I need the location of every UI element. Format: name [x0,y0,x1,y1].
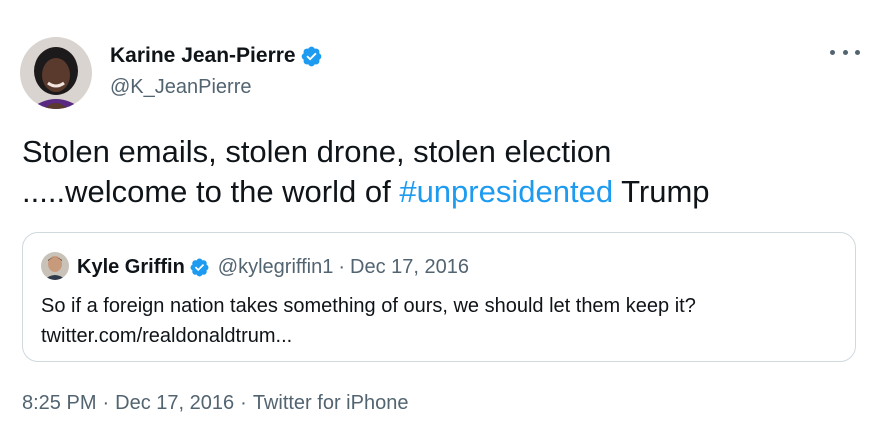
quoted-tweet[interactable]: Kyle Griffin @kylegriffin1 · Dec 17, 201… [22,232,856,362]
author-avatar[interactable] [20,37,92,109]
quoted-author-name: Kyle Griffin [77,256,185,278]
tweet-card: Karine Jean-Pierre @K_JeanPierre Stolen … [0,0,878,437]
hashtag-link[interactable]: #unpresidented [399,174,613,209]
tweet-meta: 8:25 PM · Dec 17, 2016 · Twitter for iPhone [22,390,408,416]
tweet-source[interactable]: Twitter for iPhone [253,392,409,414]
author-name-row[interactable]: Karine Jean-Pierre [110,43,323,69]
quoted-tweet-header: Kyle Griffin @kylegriffin1 · Dec 17, 201… [77,254,469,280]
tweet-time[interactable]: 8:25 PM [22,392,96,414]
separator-dot: · [338,256,346,278]
quoted-tweet-text: So if a foreign nation takes something o… [41,291,841,351]
tweet-text: Stolen emails, stolen drone, stolen elec… [22,132,852,212]
dot [842,49,848,55]
tweet-text-line-2: .....welcome to the world of #unpresiden… [22,172,852,212]
tweet-date[interactable]: Dec 17, 2016 [115,392,234,414]
quoted-author-avatar [41,252,69,280]
tweet-text-line-1: Stolen emails, stolen drone, stolen elec… [22,134,612,169]
dot [830,49,835,55]
quoted-tweet-date: Dec 17, 2016 [350,256,469,278]
more-options-icon[interactable] [830,42,860,62]
separator-dot: · [240,392,247,414]
tweet-text-after-hashtag: Trump [613,174,710,209]
separator-dot: · [102,392,110,414]
quoted-author-handle: @kylegriffin1 [217,256,334,278]
tweet-text-before-hashtag: .....welcome to the world of [22,174,400,209]
dot [855,49,860,55]
quoted-tweet-link[interactable]: twitter.com/realdonaldtrum... [41,321,841,351]
quoted-tweet-text-line-1: So if a foreign nation takes something o… [41,295,696,317]
verified-badge-icon [189,257,210,278]
verified-badge-icon [300,45,323,68]
author-name[interactable]: Karine Jean-Pierre [110,43,296,69]
author-handle[interactable]: @K_JeanPierre [110,75,251,99]
